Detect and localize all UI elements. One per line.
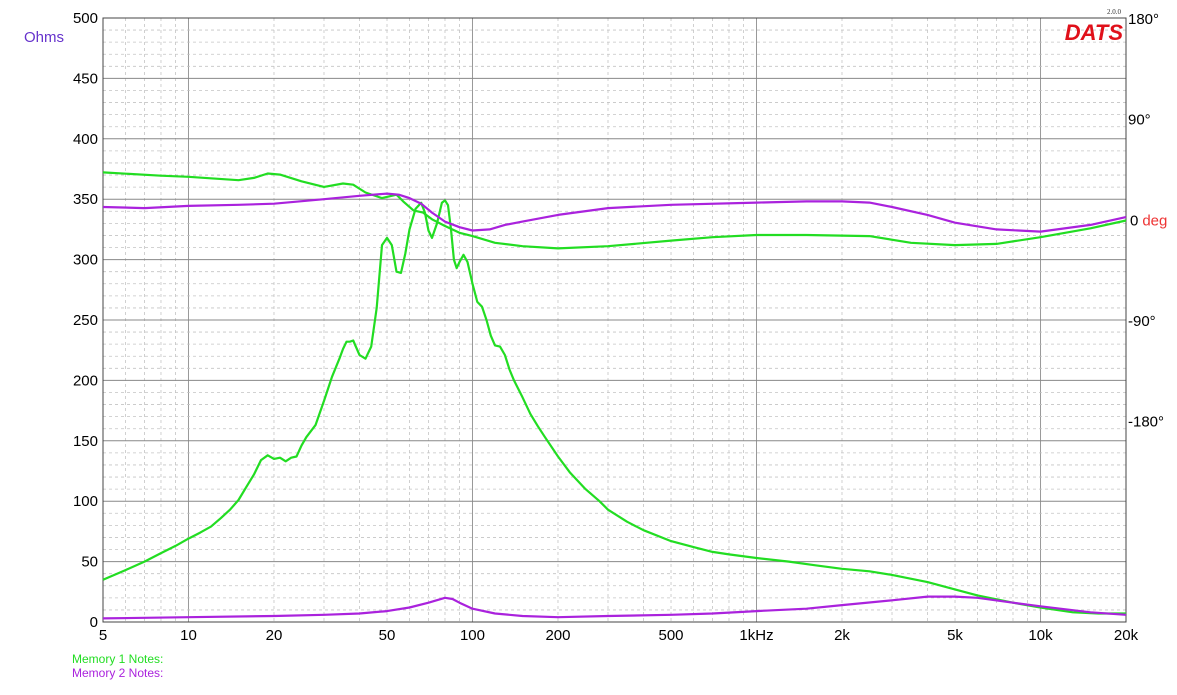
- dats-logo-text: DATS: [1065, 20, 1124, 45]
- x-tick-label: 20k: [1114, 627, 1139, 644]
- x-tick-label: 200: [545, 627, 570, 644]
- y-tick-label: 350: [73, 191, 98, 208]
- phase-tick-label: 0 deg: [1130, 212, 1167, 229]
- series-memory-1-impedance: [102, 199, 1126, 615]
- dats-logo-version: 2.0.0: [1107, 8, 1122, 16]
- x-tick-label: 500: [658, 627, 683, 644]
- y-tick-label: 250: [73, 312, 98, 329]
- x-tick-label: 2k: [834, 627, 850, 644]
- y-axis-label: Ohms: [24, 29, 64, 46]
- y-tick-label: 450: [73, 70, 98, 87]
- y-tick-label: 500: [73, 10, 98, 27]
- x-tick-label: 1kHz: [739, 627, 773, 644]
- x-tick-label: 50: [379, 627, 396, 644]
- major-grid: [103, 17, 1126, 623]
- y-axis-ticks: 0 50 100 150 200 250 300 350 400 450 500: [73, 10, 98, 631]
- series-memory-1-phase: [102, 171, 1127, 250]
- phase-tick-label: 90°: [1128, 112, 1151, 129]
- x-tick-label: 10k: [1028, 627, 1053, 644]
- x-axis-ticks: 5 10 20 50 100 200 500 1kHz 2k 5k 10k 20k: [99, 627, 1139, 644]
- memory-1-notes: Memory 1 Notes:: [72, 652, 164, 666]
- phase-tick-label: 180°: [1128, 11, 1159, 28]
- memory-2-notes: Memory 2 Notes:: [72, 666, 164, 680]
- y-tick-label: 50: [81, 554, 98, 571]
- phase-unit-label: deg: [1142, 212, 1167, 229]
- x-tick-label: 10: [180, 627, 197, 644]
- y-tick-label: 200: [73, 372, 98, 389]
- phase-tick-label: -90°: [1128, 313, 1156, 330]
- series-memory-2-impedance: [102, 595, 1127, 620]
- y-tick-label: 400: [73, 131, 98, 148]
- y-tick-label: 300: [73, 252, 98, 269]
- impedance-chart: 5 10 20 50 100 200 500 1kHz 2k 5k 10k 20k 0 50 100 150…: [24, 8, 1167, 644]
- y-tick-label: 0: [90, 614, 98, 631]
- x-tick-label: 20: [266, 627, 283, 644]
- y-tick-label: 150: [73, 433, 98, 450]
- x-tick-label: 5: [99, 627, 107, 644]
- y-tick-label: 100: [73, 493, 98, 510]
- phase-axis-ticks: 180° 90° 0 deg -90° -180°: [1128, 11, 1167, 431]
- series-layer: [102, 171, 1127, 620]
- phase-tick-label: -180°: [1128, 414, 1164, 431]
- x-tick-label: 100: [460, 627, 485, 644]
- x-tick-label: 5k: [947, 627, 963, 644]
- dats-logo: DATS 2.0.0: [1065, 8, 1124, 45]
